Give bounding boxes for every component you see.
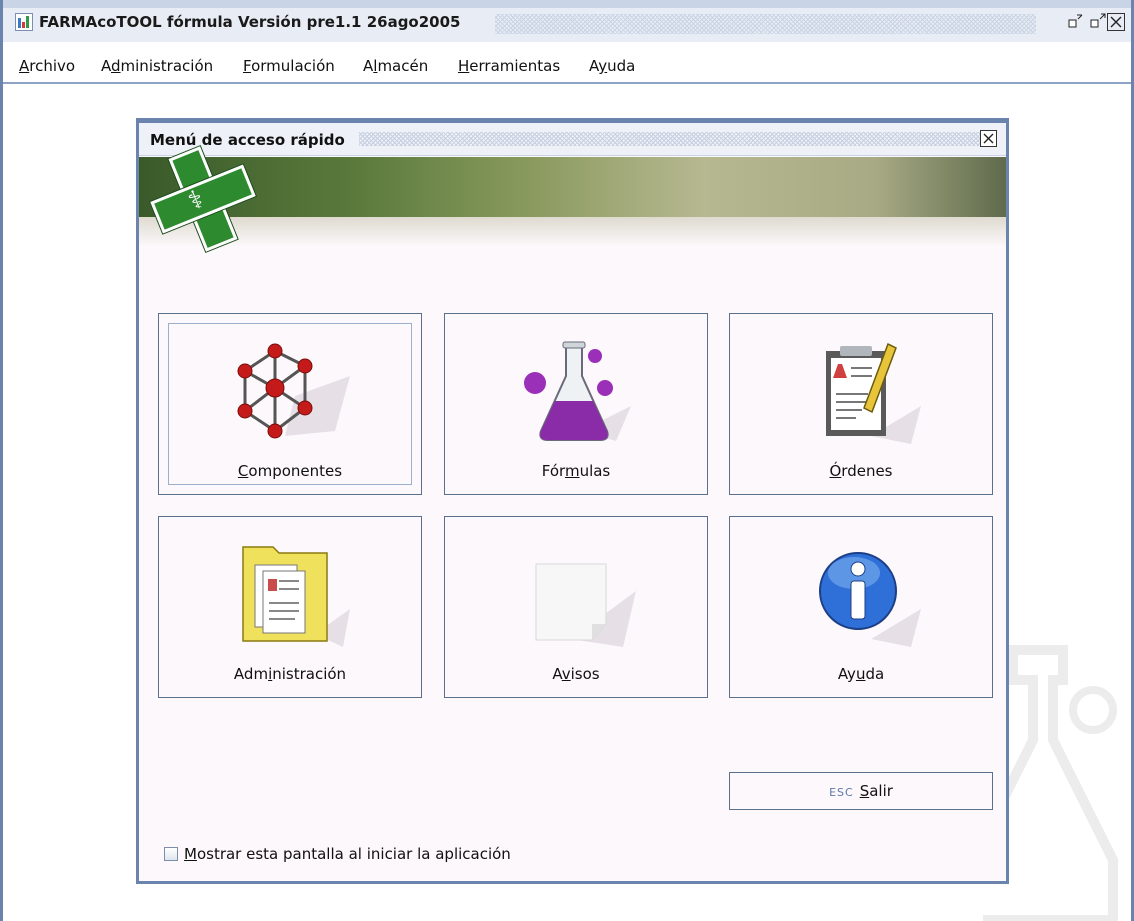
componentes-label: Componentes (237, 462, 343, 480)
iconify-icon (1068, 14, 1083, 28)
menu-herramientas[interactable]: Herramientas (458, 57, 560, 75)
menu-bar: Archivo Administración Formulación Almac… (3, 50, 1131, 84)
avisos-button[interactable]: Avisos (444, 516, 708, 698)
menu-archivo[interactable]: Archivo (19, 57, 75, 75)
administracion-button[interactable]: Administración (158, 516, 422, 698)
clipboard-icon (826, 342, 921, 444)
show-on-startup-label: ostrar esta pantalla al iniciar la aplic… (196, 845, 511, 863)
iconify-button[interactable] (1066, 12, 1086, 32)
show-on-startup-checkbox[interactable] (164, 847, 178, 861)
maximize-button[interactable] (1088, 12, 1108, 32)
salir-button[interactable]: ESC Salir (729, 772, 993, 810)
esc-shortcut-hint: ESC (829, 786, 854, 799)
ayuda-label: Ayuda (837, 665, 885, 683)
ordenes-label: Órdenes (829, 462, 893, 480)
window-close-button[interactable] (1107, 13, 1125, 31)
show-on-startup-option[interactable]: Mostrar esta pantalla al iniciar la apli… (164, 845, 511, 863)
titlebar-drag-area[interactable] (495, 14, 1036, 34)
close-icon (1110, 16, 1122, 28)
pharmacy-banner (139, 157, 1006, 217)
application-window: FARMAcoTOOL fórmula Versión pre1.1 26ago… (0, 0, 1134, 921)
menu-almacen[interactable]: Almacén (363, 57, 428, 75)
banner-fade (139, 217, 1006, 247)
window-titlebar[interactable]: FARMAcoTOOL fórmula Versión pre1.1 26ago… (3, 0, 1131, 42)
molecule-icon (237, 343, 350, 439)
dialog-title: Menú de acceso rápido (150, 131, 345, 149)
ayuda-button[interactable]: Ayuda (729, 516, 993, 698)
close-icon (983, 133, 994, 144)
menu-administracion[interactable]: Administración (101, 57, 213, 75)
componentes-button[interactable]: Componentes (158, 313, 422, 495)
note-icon (535, 563, 636, 647)
window-title: FARMAcoTOOL fórmula Versión pre1.1 26ago… (39, 13, 461, 31)
folder-icon (242, 546, 350, 647)
app-logo-icon (15, 13, 33, 31)
dialog-drag-area[interactable] (359, 132, 986, 146)
avisos-label: Avisos (552, 665, 600, 683)
formulas-button[interactable]: Fórmulas (444, 313, 708, 495)
menu-ayuda[interactable]: Ayuda (589, 57, 635, 75)
info-icon (819, 552, 921, 647)
administracion-label: Administración (233, 665, 347, 683)
dialog-close-button[interactable] (980, 130, 997, 147)
ordenes-button[interactable]: Órdenes (729, 313, 993, 495)
formulas-label: Fórmulas (541, 462, 611, 480)
dialog-titlebar[interactable]: Menú de acceso rápido (139, 123, 1006, 156)
menu-formulacion[interactable]: Formulación (243, 57, 335, 75)
flask-icon (524, 341, 631, 441)
maximize-icon (1090, 13, 1106, 28)
quick-access-dialog: Menú de acceso rápido ⚕ Componentes Fórm… (136, 118, 1009, 884)
